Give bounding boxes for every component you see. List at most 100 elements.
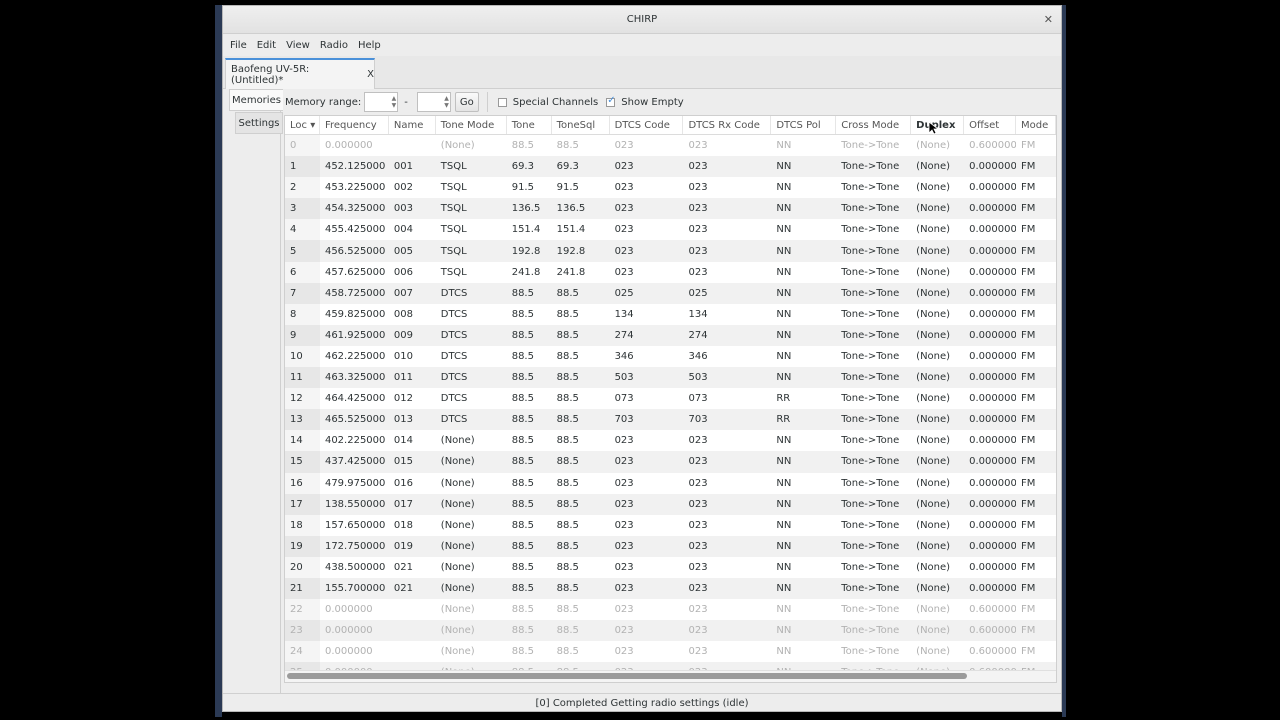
table-cell[interactable]: (None) (911, 536, 964, 557)
table-cell[interactable]: 011 (389, 367, 436, 388)
table-cell[interactable]: 88.5 (552, 473, 610, 494)
table-cell[interactable]: (None) (436, 473, 507, 494)
column-header[interactable]: Loc ▾ (285, 116, 320, 134)
table-cell[interactable]: (None) (911, 219, 964, 240)
table-row[interactable]: 6 457.625000 006 TSQL 241.8 241.8 023 023 NN Tone… (285, 261, 1056, 283)
table-row[interactable]: 2 453.225000 002 TSQL 91.5 91.5 023 023 NN Tone->… (285, 177, 1056, 199)
table-cell[interactable]: Tone->Tone (836, 494, 911, 515)
table-cell[interactable]: 88.5 (507, 346, 552, 367)
table-cell[interactable]: NN (771, 599, 836, 620)
table-cell[interactable]: Tone->Tone (836, 156, 911, 177)
table-cell[interactable]: 88.5 (552, 515, 610, 536)
column-header[interactable]: DTCS Pol (771, 116, 837, 134)
table-cell[interactable]: 023 (683, 599, 771, 620)
table-cell[interactable]: 0.000000 (320, 135, 389, 156)
table-cell[interactable]: 192.8 (552, 240, 610, 261)
table-cell[interactable]: 0.000000 (964, 346, 1016, 367)
table-cell[interactable]: 134 (683, 304, 771, 325)
table-cell[interactable]: 17 (285, 493, 320, 515)
table-cell[interactable]: 464.425000 (320, 388, 389, 409)
table-cell[interactable]: 023 (683, 451, 771, 472)
table-cell[interactable]: 88.5 (507, 283, 552, 304)
table-cell[interactable]: 023 (683, 620, 771, 641)
table-cell[interactable]: (None) (911, 578, 964, 599)
table-cell[interactable]: 88.5 (507, 557, 552, 578)
table-row[interactable]: 18 157.650000 018 (None) 88.5 88.5 023 023 NN Ton… (285, 514, 1056, 536)
table-cell[interactable]: FM (1016, 283, 1056, 304)
table-cell[interactable]: 010 (389, 346, 436, 367)
table-cell[interactable]: 88.5 (552, 599, 610, 620)
table-row[interactable]: 13 465.525000 013 DTCS 88.5 88.5 703 703 RR Tone-… (285, 409, 1056, 431)
table-cell[interactable]: TSQL (436, 262, 507, 283)
table-cell[interactable]: (None) (911, 515, 964, 536)
table-cell[interactable]: 023 (683, 430, 771, 451)
table-cell[interactable]: 88.5 (552, 451, 610, 472)
table-cell[interactable]: (None) (436, 557, 507, 578)
table-cell[interactable] (389, 620, 436, 641)
table-row[interactable]: 5 456.525000 005 TSQL 192.8 192.8 023 023 NN Tone… (285, 240, 1056, 262)
table-cell[interactable]: (None) (911, 494, 964, 515)
table-row[interactable]: 3 454.325000 003 TSQL 136.5 136.5 023 023 NN Tone… (285, 198, 1056, 220)
table-cell[interactable]: 88.5 (552, 494, 610, 515)
column-header[interactable]: Tone Mode (436, 116, 507, 134)
table-cell[interactable]: 023 (610, 177, 684, 198)
show-empty-checkbox[interactable]: Show Empty (606, 95, 684, 108)
table-cell[interactable]: NN (771, 641, 836, 662)
table-cell[interactable]: 402.225000 (320, 430, 389, 451)
table-cell[interactable]: 023 (610, 473, 684, 494)
table-cell[interactable]: 0.000000 (964, 494, 1016, 515)
table-row[interactable]: 12 464.425000 012 DTCS 88.5 88.5 073 073 RR Tone-… (285, 388, 1056, 410)
column-header[interactable]: Name (389, 116, 436, 134)
table-cell[interactable]: Tone->Tone (836, 620, 911, 641)
table-cell[interactable]: 009 (389, 325, 436, 346)
table-cell[interactable]: 454.325000 (320, 198, 389, 219)
table-row[interactable]: 16 479.975000 016 (None) 88.5 88.5 023 023 NN Ton… (285, 472, 1056, 494)
table-cell[interactable]: (None) (911, 409, 964, 430)
table-cell[interactable]: Tone->Tone (836, 240, 911, 261)
horizontal-scrollbar-track[interactable] (285, 670, 1056, 682)
column-header[interactable]: Cross Mode (836, 116, 912, 134)
table-row[interactable]: 1 452.125000 001 TSQL 69.3 69.3 023 023 NN Tone->… (285, 156, 1056, 178)
table-cell[interactable]: 88.5 (552, 536, 610, 557)
table-cell[interactable]: NN (771, 473, 836, 494)
table-cell[interactable]: TSQL (436, 177, 507, 198)
table-cell[interactable]: FM (1016, 515, 1056, 536)
table-cell[interactable]: NN (771, 494, 836, 515)
table-cell[interactable]: 0.000000 (964, 557, 1016, 578)
table-cell[interactable]: 1 (285, 156, 320, 178)
table-cell[interactable]: 346 (610, 346, 684, 367)
table-cell[interactable]: NN (771, 346, 836, 367)
table-cell[interactable]: FM (1016, 473, 1056, 494)
table-cell[interactable]: 155.700000 (320, 578, 389, 599)
table-cell[interactable]: 503 (610, 367, 684, 388)
table-cell[interactable]: 88.5 (552, 409, 610, 430)
table-cell[interactable]: 88.5 (552, 557, 610, 578)
table-cell[interactable]: 457.625000 (320, 262, 389, 283)
table-cell[interactable]: NN (771, 240, 836, 261)
table-cell[interactable]: Tone->Tone (836, 641, 911, 662)
table-cell[interactable]: (None) (911, 346, 964, 367)
table-cell[interactable]: 88.5 (507, 473, 552, 494)
table-cell[interactable]: NN (771, 620, 836, 641)
table-cell[interactable]: 136.5 (552, 198, 610, 219)
table-cell[interactable]: 023 (683, 262, 771, 283)
table-cell[interactable]: 88.5 (507, 494, 552, 515)
table-cell[interactable]: 10 (285, 345, 320, 368)
column-header[interactable]: Offset (964, 116, 1017, 134)
table-cell[interactable]: 503 (683, 367, 771, 388)
table-cell[interactable]: 437.425000 (320, 451, 389, 472)
table-cell[interactable]: (None) (436, 620, 507, 641)
horizontal-scrollbar[interactable] (287, 673, 967, 679)
table-cell[interactable]: NN (771, 135, 836, 156)
table-cell[interactable]: 16 (285, 472, 320, 494)
file-tab[interactable]: Baofeng UV-5R: (Untitled)* X (225, 58, 375, 89)
table-cell[interactable]: FM (1016, 304, 1056, 325)
table-cell[interactable]: 134 (610, 304, 684, 325)
table-cell[interactable]: 0.600000 (964, 135, 1016, 156)
table-cell[interactable]: Tone->Tone (836, 409, 911, 430)
table-cell[interactable]: (None) (911, 430, 964, 451)
table-cell[interactable]: 88.5 (552, 388, 610, 409)
table-cell[interactable]: 0.000000 (964, 304, 1016, 325)
table-cell[interactable]: 151.4 (552, 219, 610, 240)
table-cell[interactable]: (None) (911, 198, 964, 219)
